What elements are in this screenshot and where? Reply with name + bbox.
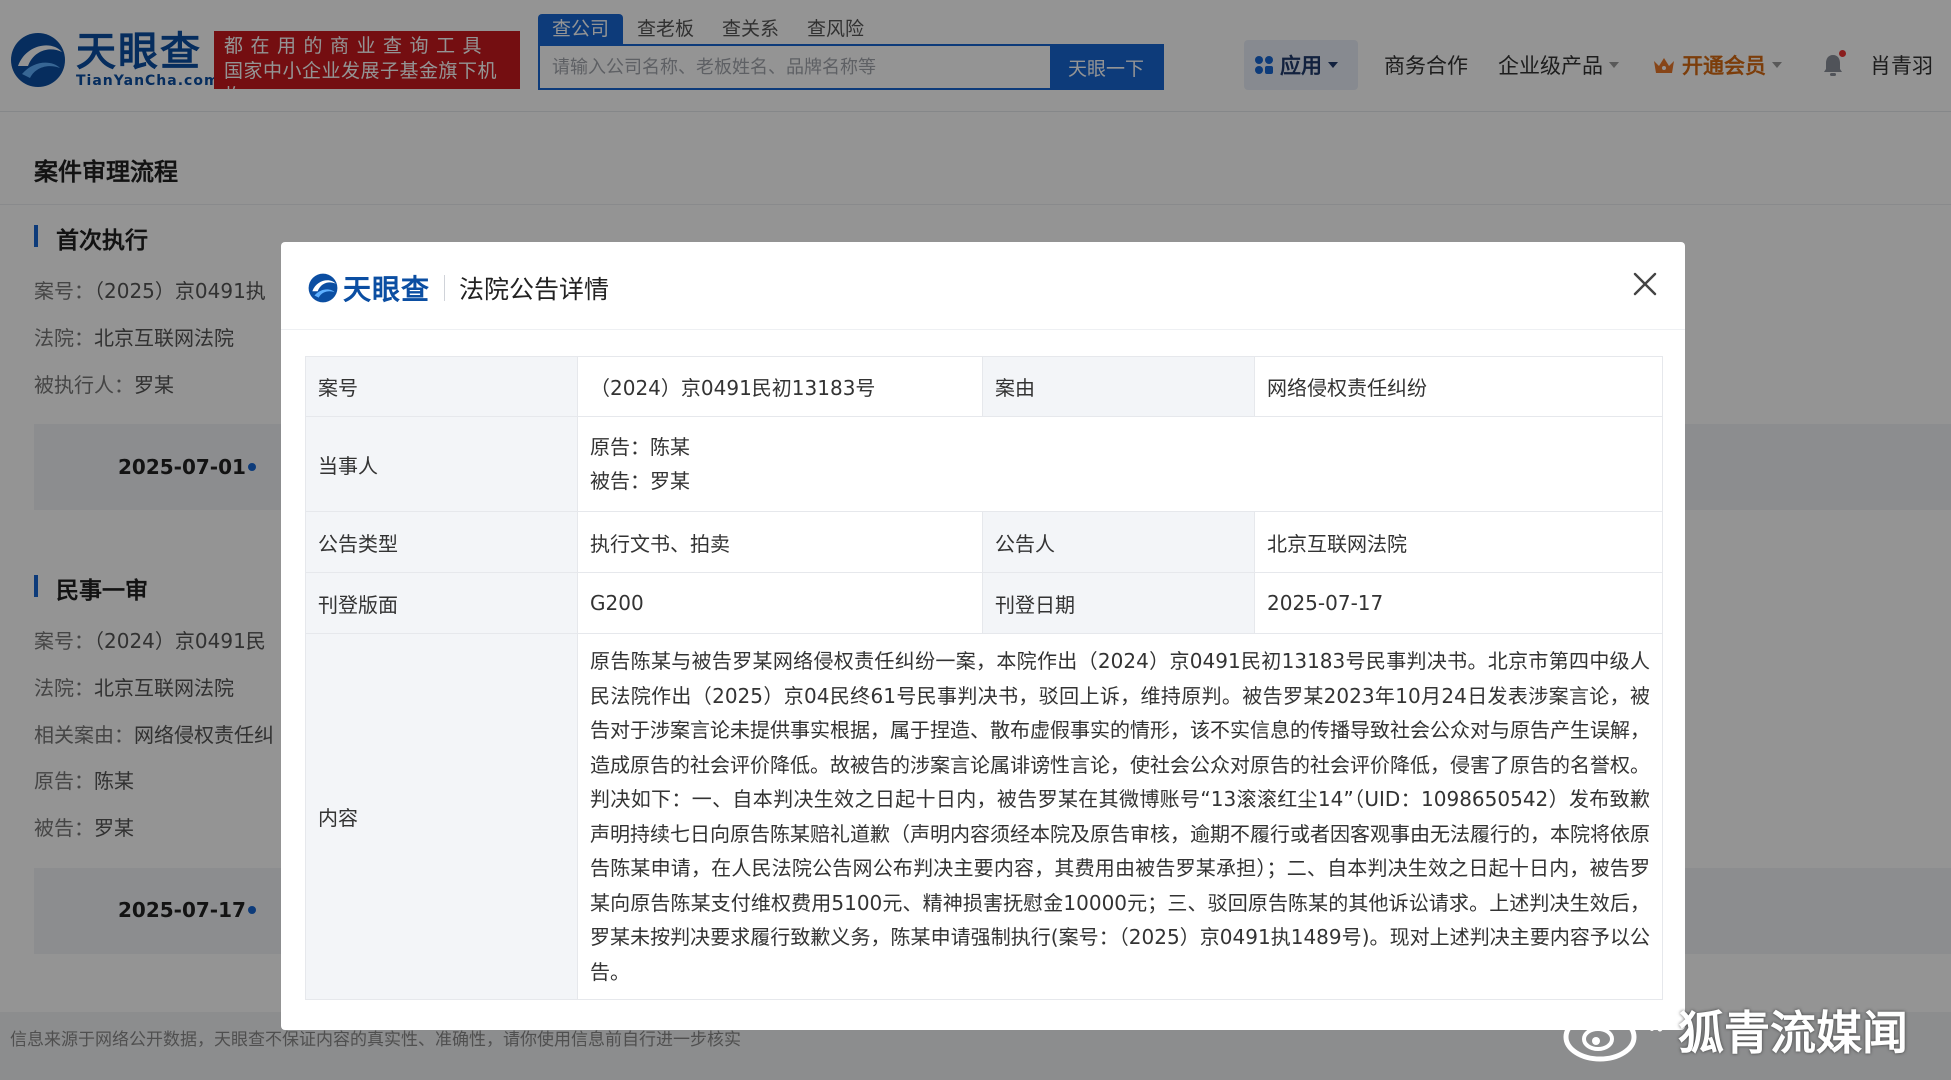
court-notice-modal: 天眼查 法院公告详情 案号 （2024）京0491民初13183号 案由 网络侵… bbox=[281, 242, 1685, 1030]
plaintiff-value: 原告：陈某 bbox=[590, 435, 690, 459]
defendant-value: 被告：罗某 bbox=[590, 469, 690, 493]
watermark-text: 狐青流媒闻 bbox=[1678, 1006, 1908, 1060]
modal-title: 法院公告详情 bbox=[459, 275, 610, 304]
page-label: 刊登版面 bbox=[305, 572, 578, 634]
page-value: G200 bbox=[577, 572, 983, 634]
party-label: 当事人 bbox=[305, 416, 578, 512]
content-label: 内容 bbox=[305, 633, 578, 1000]
notice-detail-table: 案号 （2024）京0491民初13183号 案由 网络侵权责任纠纷 当事人 原… bbox=[305, 356, 1663, 1000]
case-no-label: 案号 bbox=[305, 356, 578, 417]
cause-value: 网络侵权责任纠纷 bbox=[1254, 356, 1663, 417]
weibo-icon bbox=[1563, 1005, 1664, 1062]
table-row: 当事人 原告：陈某 被告：罗某 bbox=[305, 416, 1663, 512]
publish-date-value: 2025-07-17 bbox=[1254, 572, 1663, 634]
tianyancha-logo-icon bbox=[308, 273, 338, 303]
modal-header: 天眼查 法院公告详情 bbox=[281, 242, 1685, 330]
publish-date-label: 刊登日期 bbox=[982, 572, 1255, 634]
announcer-value: 北京互联网法院 bbox=[1254, 511, 1663, 573]
cause-label: 案由 bbox=[982, 356, 1255, 417]
party-value: 原告：陈某 被告：罗某 bbox=[577, 416, 1663, 512]
modal-logo: 天眼查 法院公告详情 bbox=[307, 268, 609, 308]
weibo-watermark: 狐青流媒闻 bbox=[1560, 995, 1908, 1065]
announcer-label: 公告人 bbox=[982, 511, 1255, 573]
table-row: 刊登版面 G200 刊登日期 2025-07-17 bbox=[305, 572, 1663, 634]
close-icon[interactable] bbox=[1629, 268, 1661, 300]
title-separator bbox=[444, 275, 446, 301]
notice-type-value: 执行文书、拍卖 bbox=[577, 511, 983, 573]
table-row: 案号 （2024）京0491民初13183号 案由 网络侵权责任纠纷 bbox=[305, 356, 1663, 417]
table-row: 内容 原告陈某与被告罗某网络侵权责任纠纷一案，本院作出（2024）京0491民初… bbox=[305, 633, 1663, 1000]
table-row: 公告类型 执行文书、拍卖 公告人 北京互联网法院 bbox=[305, 511, 1663, 573]
content-value: 原告陈某与被告罗某网络侵权责任纠纷一案，本院作出（2024）京0491民初131… bbox=[577, 633, 1663, 1000]
modal-logo-text: 天眼查 bbox=[343, 273, 431, 306]
case-no-value: （2024）京0491民初13183号 bbox=[577, 356, 983, 417]
notice-type-label: 公告类型 bbox=[305, 511, 578, 573]
